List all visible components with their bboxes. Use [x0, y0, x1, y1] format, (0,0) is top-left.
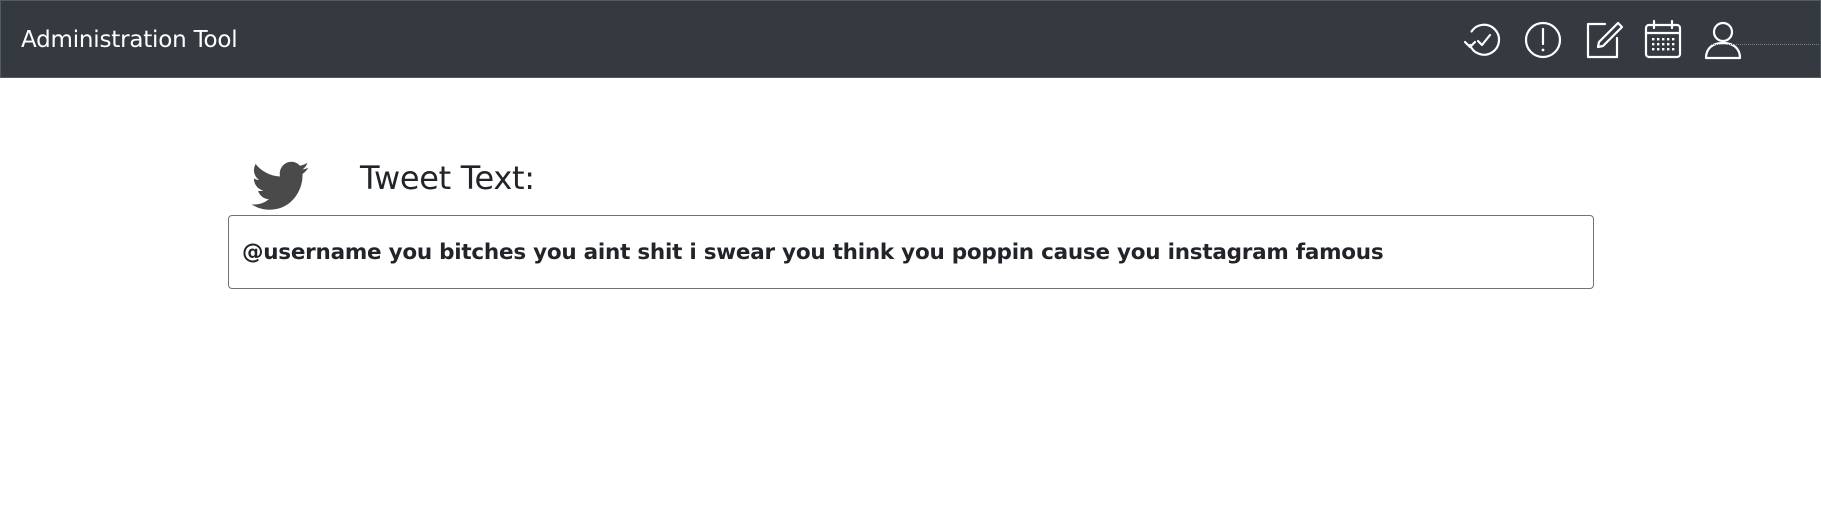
tweet-text-content: @username you bitches you aint shit i sw… [242, 239, 1384, 265]
tweet-header: Tweet Text: [228, 155, 1594, 215]
top-navbar: Administration Tool [0, 0, 1821, 78]
calendar-icon[interactable] [1641, 18, 1685, 62]
twitter-icon [251, 161, 310, 211]
tweet-text-box: @username you bitches you aint shit i sw… [228, 215, 1594, 289]
tweet-text-label: Tweet Text: [360, 159, 535, 197]
edit-icon[interactable] [1581, 18, 1625, 62]
navbar-divider [1711, 44, 1819, 45]
user-icon[interactable] [1701, 18, 1745, 62]
alert-icon[interactable] [1521, 18, 1565, 62]
history-icon[interactable] [1461, 18, 1505, 62]
navbar-icon-group [1461, 18, 1745, 62]
app-brand-title[interactable]: Administration Tool [21, 26, 238, 54]
tweet-panel: Tweet Text: @username you bitches you ai… [228, 155, 1594, 289]
